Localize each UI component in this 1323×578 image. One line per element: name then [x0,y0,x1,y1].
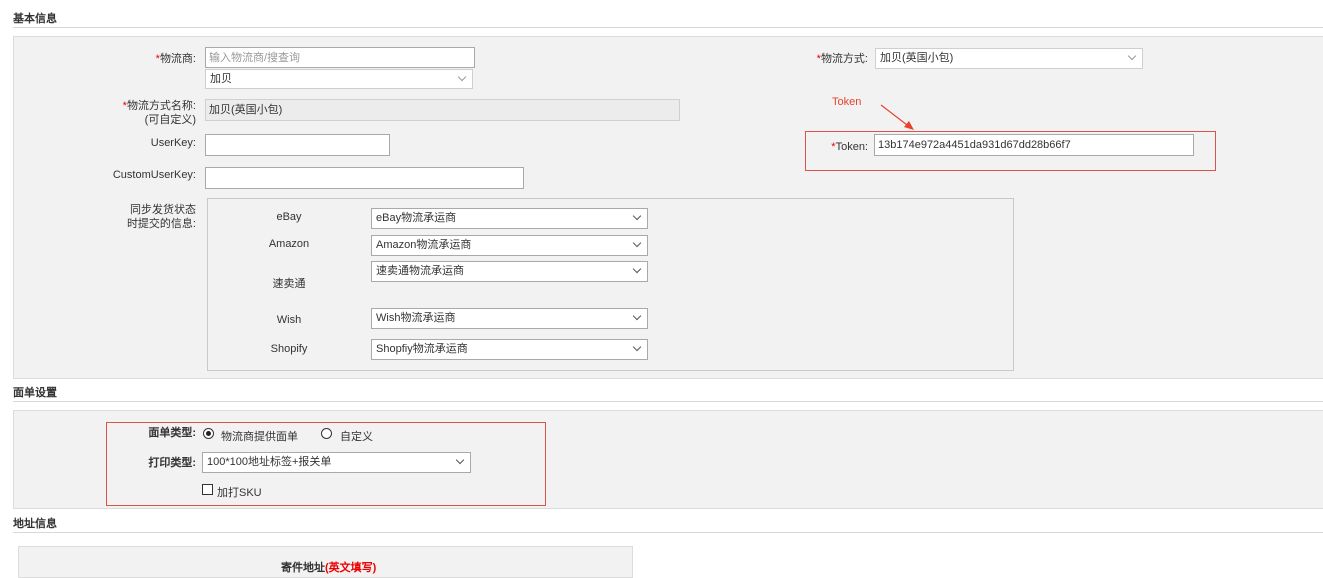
wish-carrier-select[interactable]: Wish物流承运商 [371,308,648,329]
chevron-down-icon [632,264,642,274]
annotation-arrow-icon [880,104,914,130]
sender-address-panel: 寄件地址(英文填写) [18,546,633,578]
token-annotation-label: Token [832,96,862,108]
label-type-radio-provider[interactable] [203,428,214,439]
ebay-carrier-select[interactable]: eBay物流承运商 [371,208,648,229]
print-type-label: 打印类型: [148,457,196,469]
chevron-down-icon [632,342,642,352]
shipping-method-select[interactable]: 加贝(英国小包) [875,48,1143,69]
section-title-label-settings: 面单设置 [13,387,57,399]
chevron-down-icon [457,72,467,82]
aliexpress-carrier-select[interactable]: 速卖通物流承运商 [371,261,648,282]
label-type-option-provider: 物流商提供面单 [221,431,298,443]
label-type-radio-custom[interactable] [321,428,332,439]
platform-label: 速卖通 [272,278,306,290]
platform-carrier-box: eBay eBay物流承运商 Amazon Amazon物流承运商 速卖通 速卖… [207,198,1014,371]
chevron-down-icon [632,238,642,248]
add-sku-label: 加打SKU [217,487,262,499]
chevron-down-icon [632,211,642,221]
platform-label: Wish [276,314,302,326]
customuserkey-label: CustomUserKey: [112,169,196,181]
sender-address-title: 寄件地址(英文填写) [281,562,377,574]
print-type-select[interactable]: 100*100地址标签+报关单 [202,452,471,473]
userkey-input[interactable] [205,134,390,156]
label-type-label: 面单类型: [148,427,196,439]
carrier-label: *物流商: [155,53,196,65]
method-name-field: 加贝(英国小包) [205,99,680,121]
token-label: *Token: [831,141,868,153]
section-title-basic: 基本信息 [13,13,57,25]
token-input[interactable] [874,134,1194,156]
carrier-select[interactable]: 加贝 [205,69,473,89]
section-divider [13,401,1323,402]
customuserkey-input[interactable] [205,167,524,189]
userkey-label: UserKey: [150,137,196,149]
chevron-down-icon [632,311,642,321]
carrier-search-input[interactable] [205,47,475,68]
amazon-carrier-select[interactable]: Amazon物流承运商 [371,235,648,256]
shopify-carrier-select[interactable]: Shopfiy物流承运商 [371,339,648,360]
section-divider [13,27,1323,28]
chevron-down-icon [1127,51,1137,61]
platform-label: eBay [276,211,302,223]
label-type-option-custom: 自定义 [340,431,373,443]
section-divider [13,532,1323,533]
platform-label: Amazon [268,238,310,250]
shipping-method-label: *物流方式: [816,53,868,65]
chevron-down-icon [455,455,465,465]
section-title-address: 地址信息 [13,518,57,530]
method-name-label: *物流方式名称: (可自定义) [122,100,196,126]
sync-info-label: 同步发货状态 时提交的信息: [126,204,196,230]
platform-label: Shopify [270,343,308,355]
add-sku-checkbox[interactable] [202,484,213,495]
